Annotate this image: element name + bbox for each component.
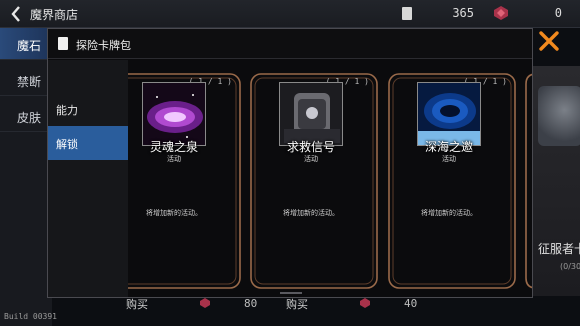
card-name: 求救信号 [286,140,335,154]
category-unlock[interactable]: 解锁 [48,126,128,160]
card-description: 将增加新的活动。 [283,209,339,217]
build-info: Build 00391 [4,312,57,321]
gem-icon [360,298,370,308]
card-icon [402,7,412,20]
buy-button[interactable]: 购买 [286,296,308,316]
shop-side-tabs: 魔石 禁断 皮肤 [0,28,52,326]
gem-icon [494,6,508,20]
tab-forbidden[interactable]: 禁断 [0,64,52,96]
card-frame-partial [525,73,532,289]
card-name: 灵魂之泉 [149,140,198,154]
card-currency-value: 365 [452,6,474,20]
card-type: 活动 [442,155,456,163]
tab-skins[interactable]: 皮肤 [0,100,52,132]
close-icon[interactable] [537,29,561,53]
modal-title: 探险卡牌包 [76,39,131,52]
card-description: 将增加新的活动。 [146,209,202,217]
tab-magic-stone[interactable]: 魔石 [0,28,52,60]
buy-button[interactable]: 购买 [126,296,148,316]
card-description: 将增加新的活动。 [421,209,477,217]
price-value: 40 [404,297,418,310]
gem-icon [200,298,210,308]
card-type: 活动 [167,155,181,163]
card-art-image [142,82,206,146]
top-bar: 魔界商店 365 0 [0,0,580,28]
card-type: 活动 [304,155,318,163]
price-value: 80 [244,297,258,310]
shop-title: 魔界商店 [30,8,79,22]
gem-currency-value: 0 [554,6,562,20]
modal-header: 探险卡牌包 [48,29,532,59]
card-pack-modal: 探险卡牌包 能力 解锁 ( 1 / 1 ) 灵魂之泉 活动 将增加新的活动。 (… [47,28,533,298]
peek-card-name: 征服者卡 [538,242,580,256]
chevron-left-icon[interactable] [10,6,22,22]
card-art-image [279,82,343,146]
category-ability[interactable]: 能力 [48,92,128,126]
scroll-indicator[interactable] [280,292,302,294]
peek-card-count: (0/30 [560,262,580,271]
card-art-image [417,82,481,146]
peek-card[interactable]: 征服者卡 (0/30 [530,66,580,296]
category-list: 能力 解锁 [48,60,128,297]
card-pack-icon [58,37,68,50]
card-soul-spring[interactable]: ( 1 / 1 ) 灵魂之泉 活动 将增加新的活动。 [128,72,242,290]
card-distress-signal[interactable]: ( 1 / 1 ) 求救信号 活动 将增加新的活动。 [249,72,379,290]
peek-card-emblem [538,86,580,146]
card-deep-sea-invitation[interactable]: ( 1 / 1 ) 深海之邀 活动 将增加新的活动。 [387,72,517,290]
card-name: 深海之邀 [424,140,473,154]
cards-scroll-area[interactable]: ( 1 / 1 ) 灵魂之泉 活动 将增加新的活动。 ( 1 / 1) 求救信… [128,60,532,297]
